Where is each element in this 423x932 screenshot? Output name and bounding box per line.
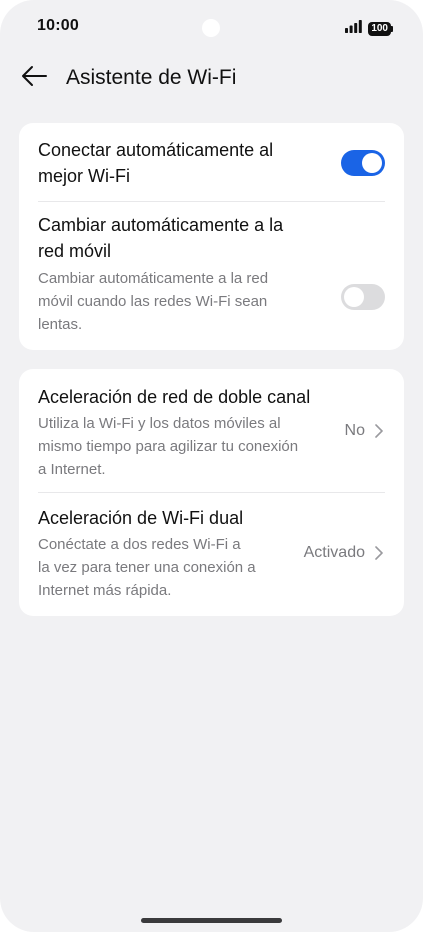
auto-mobile-title: Cambiar automáticamente a la red móvil: [38, 212, 283, 264]
chevron-right-icon: [373, 423, 385, 439]
battery-tip: [391, 26, 393, 32]
dual-channel-title: Aceleración de red de doble canal: [38, 387, 311, 407]
status-time: 10:00: [37, 17, 79, 34]
dual-channel-description: Utiliza la Wi-Fi y los datos móviles al …: [38, 412, 298, 481]
auto-mobile-toggle[interactable]: [341, 284, 385, 310]
home-indicator[interactable]: [141, 918, 282, 923]
dual-channel-desc-line3: a Internet.: [38, 461, 106, 478]
page-title: Asistente de Wi-Fi: [66, 66, 237, 89]
auto-best-wifi-title: Conectar automáticamente al mejor Wi-Fi: [38, 137, 273, 189]
auto-mobile-desc-line2: móvil cuando las redes Wi-Fi sean: [38, 293, 268, 310]
dual-wifi-title: Aceleración de Wi-Fi dual: [38, 508, 244, 528]
auto-best-wifi-title-line2: mejor Wi-Fi: [38, 166, 130, 186]
dual-wifi-description: Conéctate a dos redes Wi-Fi a la vez par…: [38, 533, 256, 602]
phone-screen: 10:00 100 Asistente de Wi-Fi Conectar au…: [0, 0, 423, 932]
auto-mobile-title-line1: Cambiar automáticamente a la: [38, 215, 284, 235]
dual-channel-status: No: [344, 422, 365, 439]
toggle-knob: [344, 287, 364, 307]
dual-channel-desc-line1: Utiliza la Wi-Fi y los datos móviles al: [38, 415, 281, 432]
app-header: Asistente de Wi-Fi: [0, 56, 423, 100]
dual-wifi-value: Activado: [304, 544, 385, 562]
battery-icon: 100: [368, 22, 393, 36]
toggle-knob: [362, 153, 382, 173]
auto-mobile-description: Cambiar automáticamente a la red móvil c…: [38, 267, 268, 336]
auto-best-wifi-toggle[interactable]: [341, 150, 385, 176]
auto-mobile-desc-line1: Cambiar automáticamente a la red: [38, 270, 269, 287]
dual-wifi-desc-line1: Conéctate a dos redes Wi-Fi a: [38, 536, 241, 553]
camera-cutout: [202, 19, 220, 37]
dual-channel-value: No: [345, 422, 385, 440]
auto-mobile-row[interactable]: Cambiar automáticamente a la red móvil C…: [19, 202, 404, 350]
auto-mobile-title-line2: red móvil: [38, 241, 112, 261]
back-button[interactable]: [16, 62, 52, 94]
battery-level: 100: [368, 22, 391, 36]
back-arrow-icon: [20, 65, 48, 92]
auto-mobile-desc-line3: lentas.: [38, 316, 83, 333]
acceleration-card: Aceleración de red de doble canal Utiliz…: [19, 369, 404, 616]
signal-icon: [345, 20, 363, 38]
wifi-switch-card: Conectar automáticamente al mejor Wi-Fi …: [19, 123, 404, 350]
dual-wifi-desc-line3: Internet más rápida.: [38, 582, 172, 599]
auto-best-wifi-row[interactable]: Conectar automáticamente al mejor Wi-Fi: [19, 123, 404, 201]
chevron-right-icon: [373, 545, 385, 561]
dual-channel-desc-line2: mismo tiempo para agilizar tu conexión: [38, 438, 299, 455]
auto-best-wifi-title-line1: Conectar automáticamente al: [38, 140, 274, 160]
dual-channel-row[interactable]: Aceleración de red de doble canal Utiliz…: [19, 369, 404, 492]
dual-wifi-desc-line2: la vez para tener una conexión a: [38, 559, 256, 576]
status-bar: 10:00 100: [0, 0, 423, 56]
dual-wifi-status: Activado: [303, 544, 365, 561]
status-icons: 100: [345, 20, 393, 38]
dual-wifi-row[interactable]: Aceleración de Wi-Fi dual Conéctate a do…: [19, 493, 404, 616]
